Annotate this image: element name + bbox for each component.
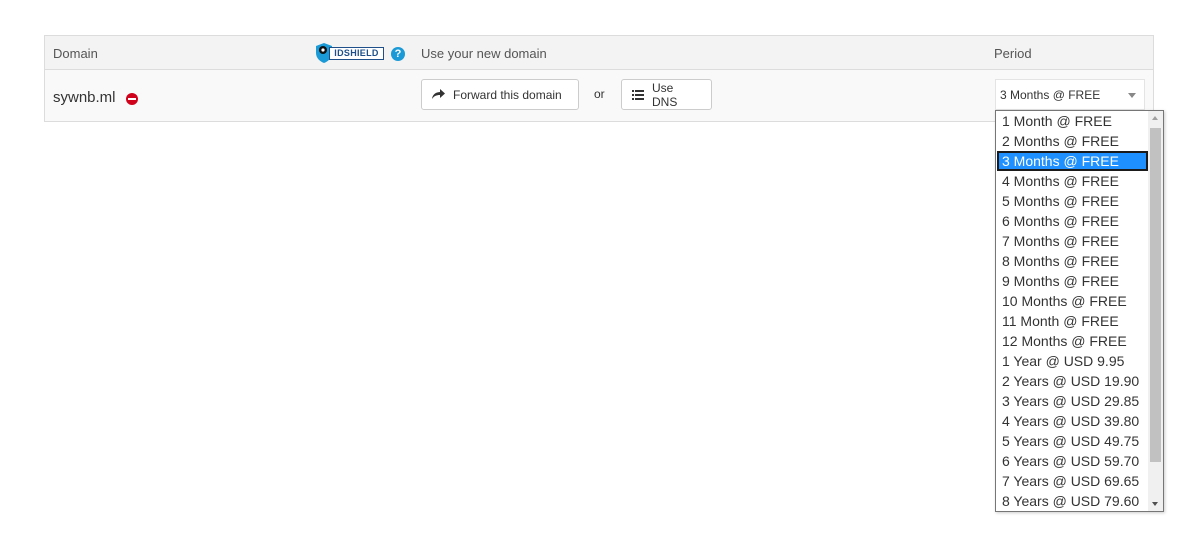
scroll-thumb[interactable] <box>1150 128 1161 462</box>
dropdown-option[interactable]: 2 Years @ USD 19.90 <box>997 371 1148 391</box>
header-use-domain: Use your new domain <box>421 46 547 61</box>
dropdown-option[interactable]: 5 Months @ FREE <box>997 191 1148 211</box>
period-selected-value: 3 Months @ FREE <box>1000 88 1101 102</box>
table-row: sywnb.ml Forward this domain or Use DNS <box>45 70 1153 121</box>
list-icon <box>632 89 644 100</box>
forward-domain-button[interactable]: Forward this domain <box>421 79 579 110</box>
dropdown-option[interactable]: 8 Months @ FREE <box>997 251 1148 271</box>
scroll-up-icon[interactable] <box>1148 111 1163 126</box>
dropdown-option[interactable]: 1 Year @ USD 9.95 <box>997 351 1148 371</box>
dropdown-option[interactable]: 7 Months @ FREE <box>997 231 1148 251</box>
dropdown-option[interactable]: 8 Years @ USD 79.60 <box>997 491 1148 511</box>
dropdown-option[interactable]: 1 Month @ FREE <box>997 111 1148 131</box>
minus-circle-icon[interactable] <box>126 93 138 105</box>
dropdown-option[interactable]: 10 Months @ FREE <box>997 291 1148 311</box>
idshield-label: IDSHIELD <box>329 47 384 60</box>
table-header: Domain IDSHIELD ? Use your new domain Pe… <box>45 36 1153 70</box>
period-dropdown-list[interactable]: 1 Month @ FREE 2 Months @ FREE 3 Months @ … <box>995 110 1164 512</box>
idshield-logo: IDSHIELD ? <box>315 42 407 64</box>
chevron-down-icon <box>1128 93 1136 98</box>
scroll-down-icon[interactable] <box>1148 496 1163 511</box>
header-period: Period <box>994 46 1032 61</box>
dropdown-option[interactable]: 9 Months @ FREE <box>997 271 1148 291</box>
dropdown-options: 1 Month @ FREE 2 Months @ FREE 3 Months @ … <box>997 111 1148 511</box>
dropdown-option[interactable]: 4 Months @ FREE <box>997 171 1148 191</box>
dropdown-option[interactable]: 6 Months @ FREE <box>997 211 1148 231</box>
dropdown-option[interactable]: 2 Months @ FREE <box>997 131 1148 151</box>
header-domain: Domain <box>53 46 98 61</box>
dropdown-option[interactable]: 4 Years @ USD 39.80 <box>997 411 1148 431</box>
dropdown-option[interactable]: 5 Years @ USD 49.75 <box>997 431 1148 451</box>
period-select[interactable]: 3 Months @ FREE <box>995 79 1145 110</box>
use-dns-button[interactable]: Use DNS <box>621 79 712 110</box>
dropdown-option[interactable]: 12 Months @ FREE <box>997 331 1148 351</box>
dropdown-option[interactable]: 11 Month @ FREE <box>997 311 1148 331</box>
use-dns-label: Use DNS <box>652 80 678 109</box>
or-separator: or <box>594 87 605 101</box>
dropdown-option[interactable]: 7 Years @ USD 69.65 <box>997 471 1148 491</box>
domain-table: Domain IDSHIELD ? Use your new domain Pe… <box>44 35 1154 122</box>
dropdown-scrollbar[interactable] <box>1148 111 1163 511</box>
question-circle-icon[interactable]: ? <box>391 47 405 61</box>
domain-name: sywnb.ml <box>53 89 116 106</box>
dropdown-option[interactable]: 3 Months @ FREE <box>997 151 1148 171</box>
share-arrow-icon <box>432 89 445 100</box>
dropdown-option[interactable]: 3 Years @ USD 29.85 <box>997 391 1148 411</box>
dropdown-option[interactable]: 6 Years @ USD 59.70 <box>997 451 1148 471</box>
forward-domain-label: Forward this domain <box>453 87 562 102</box>
